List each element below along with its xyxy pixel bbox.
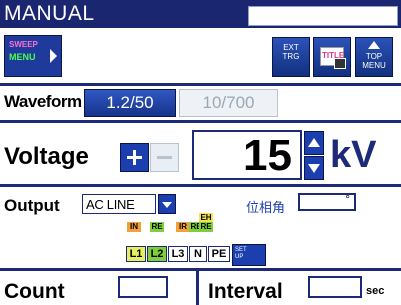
ext-trig-line1: EXT <box>283 43 299 52</box>
title-doc-icon: TITLE <box>320 47 346 69</box>
voltage-value: 15 <box>243 131 292 180</box>
voltage-value-field[interactable]: 15 <box>192 130 302 180</box>
top-menu-line1: TOP <box>365 52 383 61</box>
interval-field[interactable] <box>308 276 362 298</box>
tag-ir: IR <box>176 222 190 232</box>
title-bar: MANUAL <box>0 0 401 28</box>
output-label: Output <box>4 196 60 215</box>
divider <box>0 120 401 123</box>
connector-pe[interactable]: PE <box>208 246 230 262</box>
screen-title: MANUAL <box>4 2 95 25</box>
divider <box>0 83 401 86</box>
voltage-decrease-button[interactable] <box>304 156 324 180</box>
arrow-right-icon <box>50 49 57 63</box>
manual-screen: MANUAL SWEEP MENU EXT TRG TITLE TOP MENU… <box>0 0 401 305</box>
setup-label: SET UP <box>235 247 247 261</box>
phase-angle-label: 位相角 <box>246 201 286 216</box>
voltage-increase-button[interactable] <box>304 131 324 155</box>
top-menu-button[interactable]: TOP MENU <box>355 37 393 77</box>
polarity-minus-button[interactable] <box>150 143 179 172</box>
waveform-label: Waveform <box>4 92 82 111</box>
ext-trig-button[interactable]: EXT TRG <box>272 37 310 77</box>
chevron-down-icon[interactable] <box>158 194 176 214</box>
picture-icon <box>334 58 346 69</box>
interval-label: Interval <box>208 280 283 303</box>
sweep-label: SWEEP <box>9 40 38 49</box>
up-arrow-icon <box>368 41 380 49</box>
phase-angle-unit: ° <box>345 192 350 206</box>
waveform-option-1-2-50[interactable]: 1.2/50 <box>84 89 176 117</box>
setup-line2: UP <box>235 254 244 260</box>
menu-row: SWEEP MENU EXT TRG TITLE TOP MENU <box>0 29 401 81</box>
sweep-menu-button[interactable]: SWEEP MENU <box>4 35 62 77</box>
divider <box>196 270 199 305</box>
divider <box>0 184 401 187</box>
polarity-plus-button[interactable] <box>120 143 149 172</box>
count-field[interactable] <box>118 276 168 298</box>
title-button[interactable]: TITLE <box>313 37 351 77</box>
count-label: Count <box>4 280 65 303</box>
divider <box>0 268 401 271</box>
tag-re: RE <box>150 222 164 232</box>
connector-l1[interactable]: L1 <box>126 246 146 262</box>
phase-angle-field[interactable]: ° <box>298 192 356 211</box>
waveform-option-10-700[interactable]: 10/700 <box>179 89 278 117</box>
voltage-label: Voltage <box>4 143 89 170</box>
connector-l3[interactable]: L3 <box>168 246 188 262</box>
menu-label: MENU <box>9 52 36 62</box>
connector-l2[interactable]: L2 <box>147 246 167 262</box>
ext-trig-line2: TRG <box>282 52 300 61</box>
tag-re: RE <box>199 222 213 232</box>
output-select[interactable]: AC LINE <box>82 194 156 214</box>
interval-unit: sec <box>366 285 385 297</box>
top-menu-line2: MENU <box>362 61 386 70</box>
connector-n[interactable]: N <box>189 246 207 262</box>
setup-button[interactable]: SET UP <box>232 244 266 266</box>
title-field[interactable] <box>248 6 398 26</box>
voltage-unit: kV <box>330 134 377 176</box>
tag-in: IN <box>127 222 141 232</box>
setup-line1: SET <box>235 247 247 253</box>
